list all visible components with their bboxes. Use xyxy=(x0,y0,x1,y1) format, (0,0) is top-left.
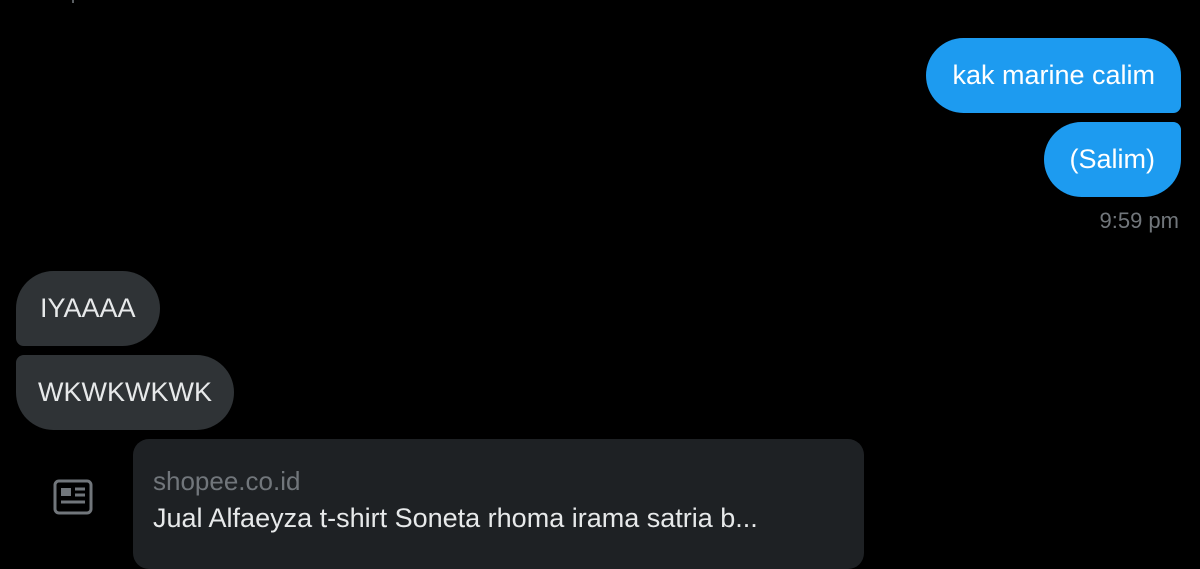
link-preview-card[interactable]: shopee.co.id Jual Alfaeyza t-shirt Sonet… xyxy=(133,439,864,569)
link-domain: shopee.co.id xyxy=(153,466,301,496)
message-text: (Salim) xyxy=(1069,144,1156,174)
message-text: WKWKWKWK xyxy=(38,377,212,407)
message-thread: kak marine calim (Salim) 9:59 pm IYAAAA … xyxy=(0,0,1200,569)
message-text: IYAAAA xyxy=(40,293,136,323)
received-message-bubble[interactable]: WKWKWKWK xyxy=(16,355,234,430)
article-icon xyxy=(53,479,93,515)
sent-message-bubble[interactable]: kak marine calim xyxy=(926,38,1181,113)
scroll-remnant xyxy=(72,0,74,3)
message-text: kak marine calim xyxy=(952,60,1155,90)
received-message-bubble[interactable]: IYAAAA xyxy=(16,271,160,346)
sent-message-bubble[interactable]: (Salim) xyxy=(1043,122,1181,197)
message-timestamp: 9:59 pm xyxy=(1099,208,1180,233)
link-title: Jual Alfaeyza t-shirt Soneta rhoma irama… xyxy=(153,503,758,533)
